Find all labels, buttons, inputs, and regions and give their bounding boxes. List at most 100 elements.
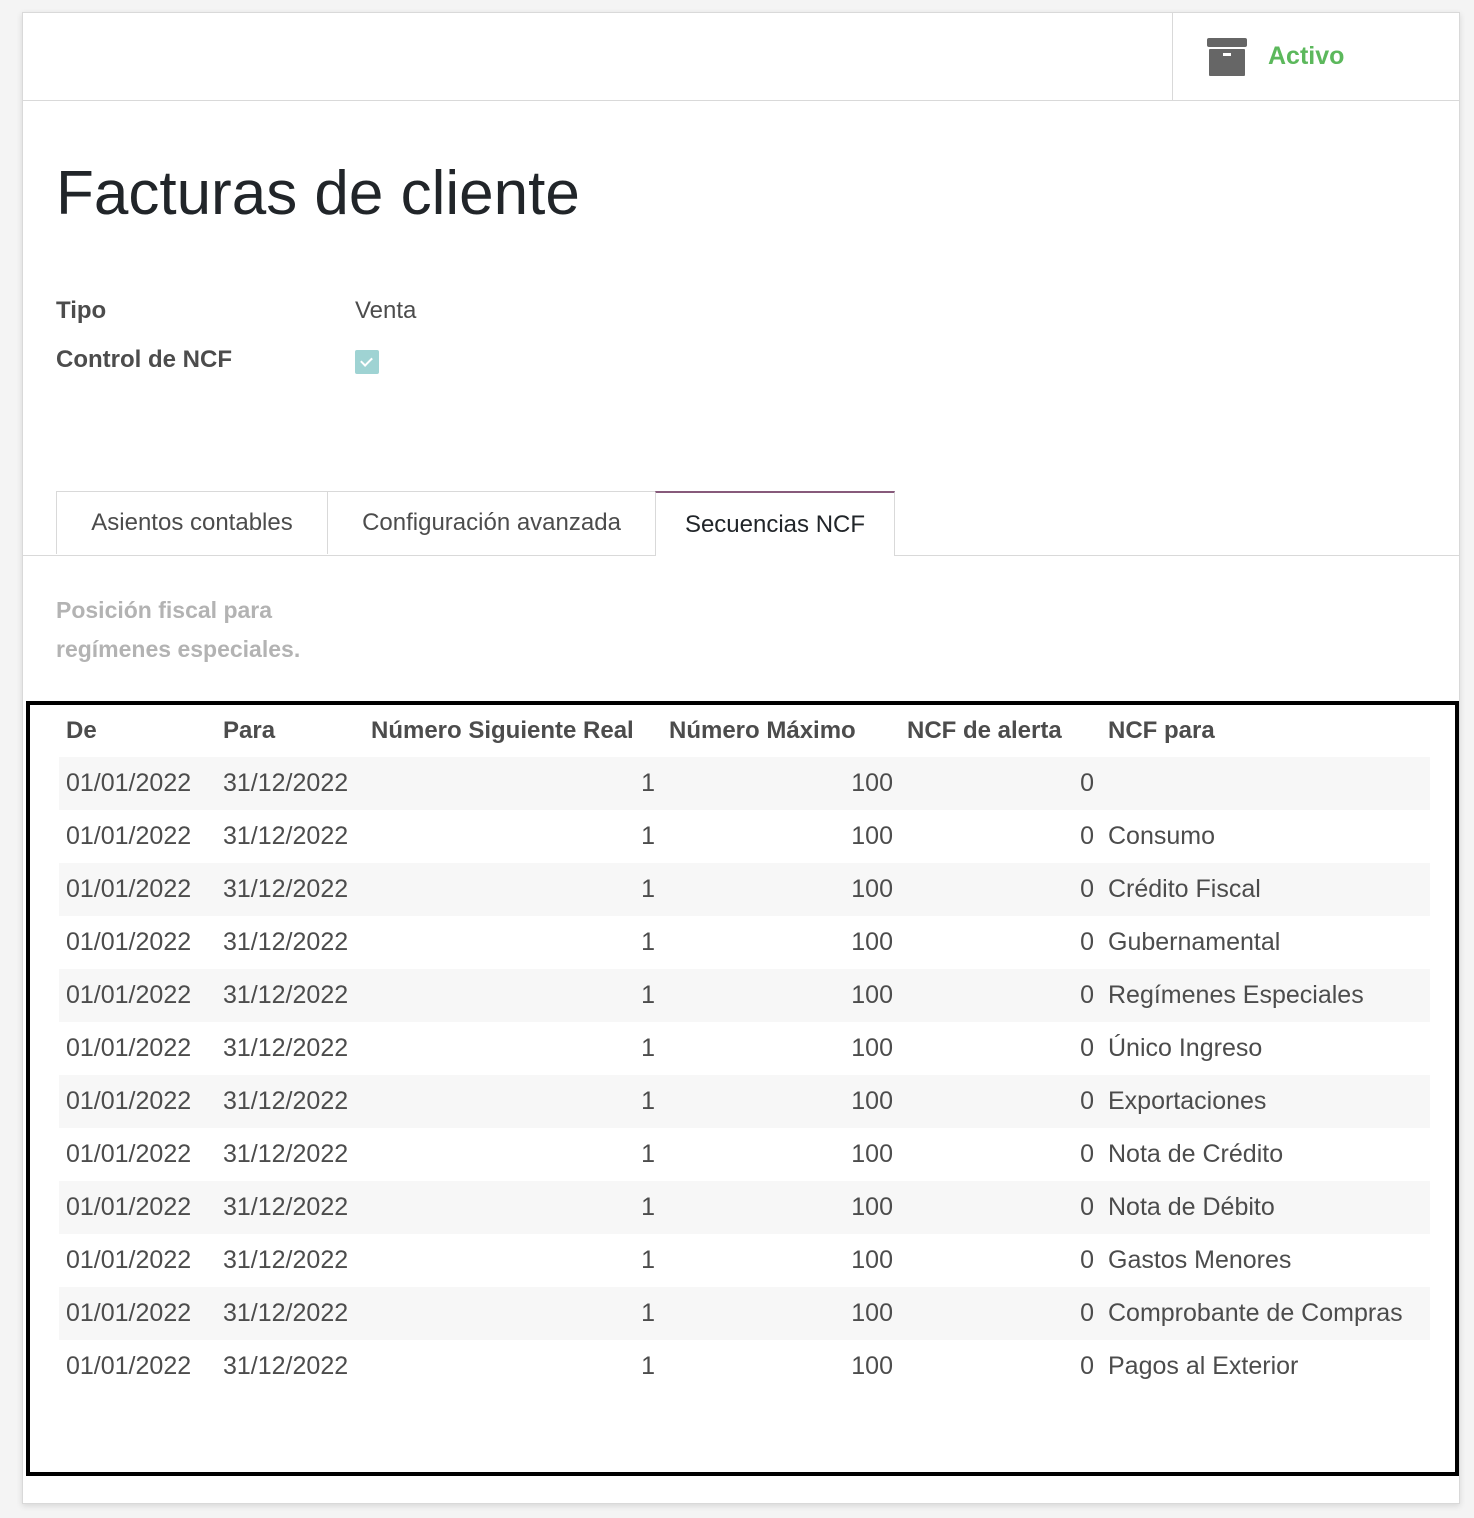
column-header-para[interactable]: Para (216, 705, 364, 757)
cell-ncf-de-alerta: 0 (900, 1287, 1101, 1340)
cell-para: 31/12/2022 (223, 822, 349, 850)
column-header-ncf-para[interactable]: NCF para (1101, 705, 1430, 757)
control-ncf-label: Control de NCF (56, 346, 232, 373)
cell-ncf-para: Único Ingreso (1108, 1034, 1263, 1062)
tipo-label: Tipo (56, 297, 107, 324)
cell-de: 01/01/2022 (59, 1181, 216, 1234)
cell-ncf-para: Exportaciones (1101, 1075, 1430, 1128)
cell-ncf-para: Nota de Débito (1101, 1181, 1430, 1234)
column-header-de[interactable]: De (59, 705, 216, 757)
button-box: Activo (23, 13, 1459, 101)
cell-ncf-de-alerta: 0 (1080, 1246, 1094, 1274)
table-row[interactable]: 01/01/2022 31/12/2022 1 100 0 (59, 757, 1430, 810)
cell-ncf-de-alerta: 0 (1080, 1352, 1094, 1380)
cell-para: 31/12/2022 (216, 1075, 364, 1128)
page-title: Facturas de cliente (56, 159, 580, 228)
cell-ncf-para: Crédito Fiscal (1101, 863, 1430, 916)
tipo-value: Venta (355, 297, 417, 324)
column-header-ncf-de-alerta[interactable]: NCF de alerta (900, 705, 1101, 757)
cell-para: 31/12/2022 (216, 1181, 364, 1234)
cell-numero-siguiente-real: 1 (641, 1034, 655, 1062)
cell-numero-siguiente-real: 1 (364, 969, 662, 1022)
cell-ncf-de-alerta: 0 (900, 969, 1101, 1022)
cell-ncf-para: Regímenes Especiales (1101, 969, 1430, 1022)
cell-de: 01/01/2022 (59, 863, 216, 916)
tab-secuencias-ncf[interactable]: Secuencias NCF (655, 491, 895, 556)
cell-de: 01/01/2022 (66, 1034, 192, 1062)
table-row[interactable]: 01/01/2022 31/12/2022 1 100 0 Nota de Cr… (59, 1128, 1430, 1181)
tab-asientos-contables[interactable]: Asientos contables (56, 491, 328, 554)
table-row[interactable]: 01/01/2022 31/12/2022 1 100 0 Gubernamen… (59, 916, 1430, 969)
table-row[interactable]: 01/01/2022 31/12/2022 1 100 0 Único Ingr… (59, 1022, 1430, 1075)
cell-de: 01/01/2022 (59, 1287, 216, 1340)
notebook-tabs: Asientos contables Configuración avanzad… (23, 491, 1459, 556)
cell-ncf-de-alerta: 0 (900, 1075, 1101, 1128)
cell-para: 31/12/2022 (223, 928, 349, 956)
form-sheet: Activo Facturas de cliente Tipo Venta Co… (22, 12, 1460, 1504)
table-row[interactable]: 01/01/2022 31/12/2022 1 100 0 Nota de Dé… (59, 1181, 1430, 1234)
cell-numero-maximo: 100 (851, 1140, 893, 1168)
cell-numero-maximo: 100 (662, 969, 900, 1022)
cell-numero-siguiente-real: 1 (641, 928, 655, 956)
cell-para: 31/12/2022 (216, 863, 364, 916)
cell-para: 31/12/2022 (216, 1287, 364, 1340)
archive-icon (1207, 37, 1247, 76)
cell-numero-maximo: 100 (662, 863, 900, 916)
fiscal-position-help-text: Posición fiscal para regímenes especiale… (56, 597, 301, 662)
control-ncf-checkbox[interactable] (355, 350, 379, 374)
cell-de: 01/01/2022 (66, 1246, 192, 1274)
cell-para: 31/12/2022 (223, 1246, 349, 1274)
cell-numero-siguiente-real: 1 (641, 822, 655, 850)
cell-numero-maximo: 100 (662, 757, 900, 810)
toggle-active-button[interactable]: Activo (1172, 13, 1459, 100)
cell-numero-maximo: 100 (662, 1181, 900, 1234)
cell-para: 31/12/2022 (223, 1034, 349, 1062)
cell-de: 01/01/2022 (66, 1140, 192, 1168)
cell-numero-maximo: 100 (662, 1075, 900, 1128)
table-row[interactable]: 01/01/2022 31/12/2022 1 100 0 Gastos Men… (59, 1234, 1430, 1287)
cell-para: 31/12/2022 (216, 757, 364, 810)
cell-numero-siguiente-real: 1 (364, 1287, 662, 1340)
cell-de: 01/01/2022 (59, 1075, 216, 1128)
cell-ncf-para: Gastos Menores (1108, 1246, 1292, 1274)
column-header-numero-siguiente-real[interactable]: Número Siguiente Real (364, 705, 662, 757)
cell-numero-siguiente-real: 1 (641, 1246, 655, 1274)
cell-ncf-de-alerta: 0 (900, 757, 1101, 810)
cell-numero-siguiente-real: 1 (364, 1181, 662, 1234)
cell-para: 31/12/2022 (216, 969, 364, 1022)
cell-numero-siguiente-real: 1 (364, 1075, 662, 1128)
cell-numero-maximo: 100 (851, 1352, 893, 1380)
cell-ncf-para: Nota de Crédito (1108, 1140, 1284, 1168)
cell-ncf-para: Pagos al Exterior (1108, 1352, 1299, 1380)
table-row[interactable]: 01/01/2022 31/12/2022 1 100 0 Crédito Fi… (59, 863, 1430, 916)
cell-numero-maximo: 100 (851, 822, 893, 850)
cell-de: 01/01/2022 (66, 822, 192, 850)
cell-ncf-para: Gubernamental (1108, 928, 1281, 956)
cell-ncf-para (1101, 757, 1430, 810)
cell-numero-maximo: 100 (851, 1246, 893, 1274)
cell-de: 01/01/2022 (66, 928, 192, 956)
cell-de: 01/01/2022 (59, 969, 216, 1022)
cell-ncf-para: Consumo (1108, 822, 1215, 850)
cell-ncf-de-alerta: 0 (1080, 822, 1094, 850)
cell-numero-siguiente-real: 1 (364, 863, 662, 916)
table-header-row: De Para Número Siguiente Real Número Máx… (59, 705, 1430, 757)
table-row[interactable]: 01/01/2022 31/12/2022 1 100 0 Pagos al E… (59, 1340, 1430, 1393)
tab-configuracion-avanzada[interactable]: Configuración avanzada (327, 491, 656, 554)
table-row[interactable]: 01/01/2022 31/12/2022 1 100 0 Comprobant… (59, 1287, 1430, 1340)
cell-ncf-de-alerta: 0 (900, 863, 1101, 916)
cell-numero-siguiente-real: 1 (641, 1140, 655, 1168)
cell-numero-maximo: 100 (662, 1287, 900, 1340)
active-status-label: Activo (1268, 42, 1345, 70)
table-row[interactable]: 01/01/2022 31/12/2022 1 100 0 Exportacio… (59, 1075, 1430, 1128)
cell-numero-maximo: 100 (851, 928, 893, 956)
cell-de: 01/01/2022 (59, 757, 216, 810)
cell-ncf-de-alerta: 0 (1080, 928, 1094, 956)
cell-numero-maximo: 100 (851, 1034, 893, 1062)
table-row[interactable]: 01/01/2022 31/12/2022 1 100 0 Regímenes … (59, 969, 1430, 1022)
column-header-numero-maximo[interactable]: Número Máximo (662, 705, 900, 757)
table-row[interactable]: 01/01/2022 31/12/2022 1 100 0 Consumo (59, 810, 1430, 863)
cell-ncf-de-alerta: 0 (900, 1181, 1101, 1234)
cell-de: 01/01/2022 (66, 1352, 192, 1380)
ncf-sequences-list: De Para Número Siguiente Real Número Máx… (26, 701, 1459, 1476)
